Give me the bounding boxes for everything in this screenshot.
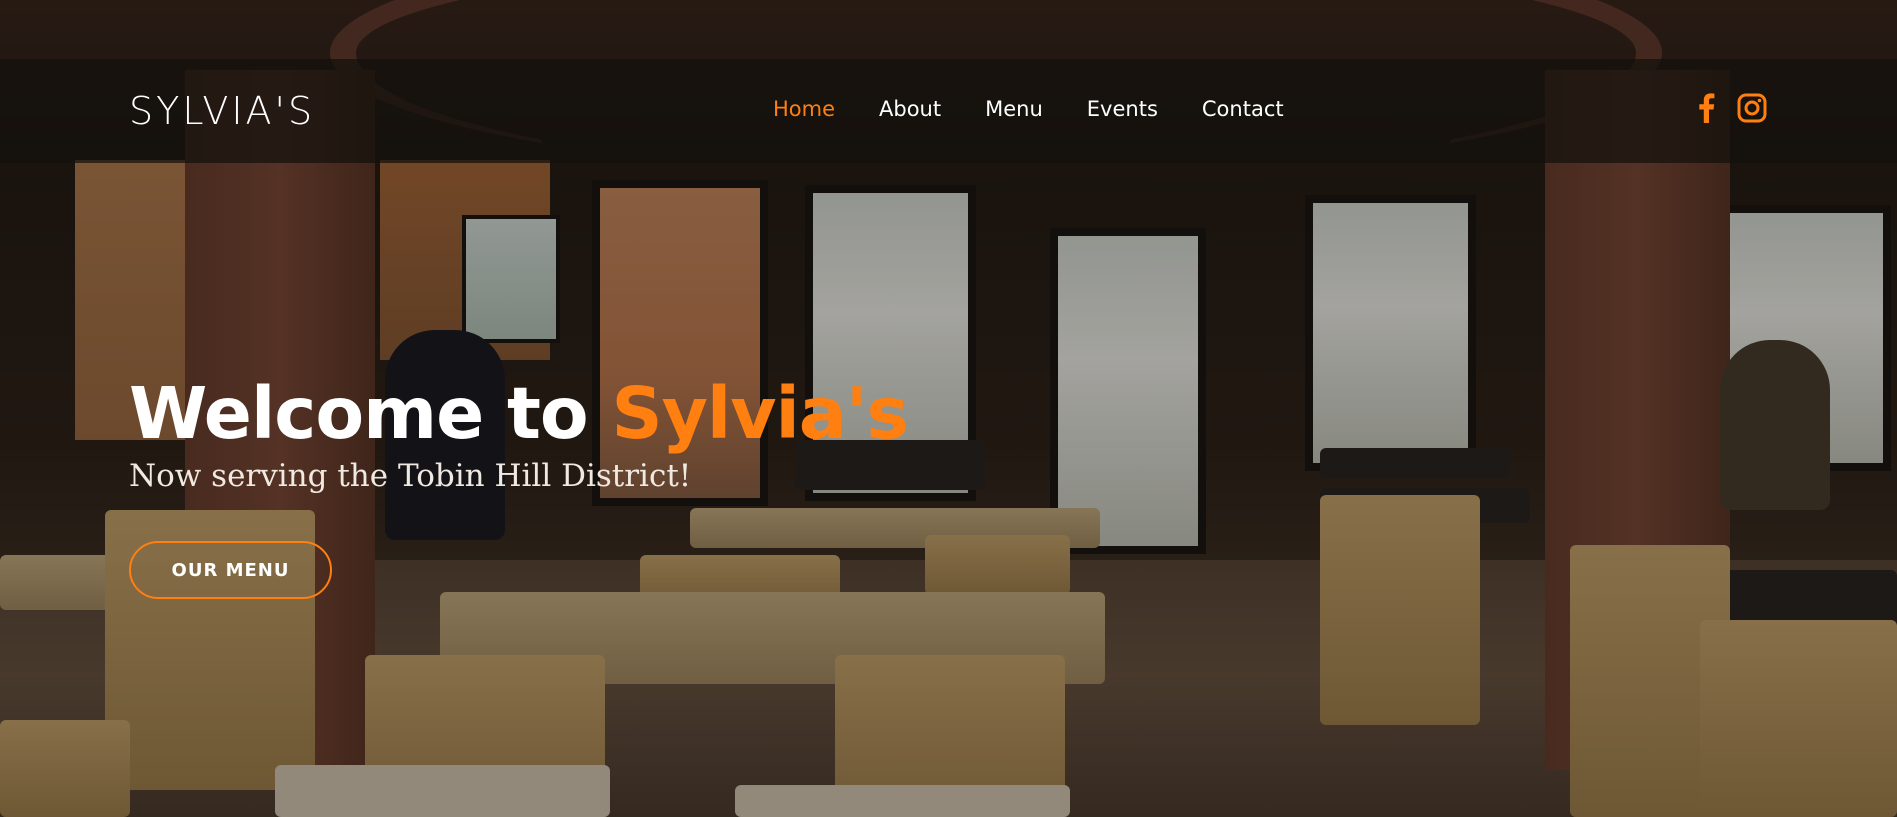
instagram-icon[interactable] [1737,93,1767,123]
site-logo[interactable]: SYLVIA'S [129,89,315,133]
top-navbar: SYLVIA'S Home About Menu Events Contact [0,59,1897,163]
nav-link-contact[interactable]: Contact [1202,97,1284,121]
hero-subtitle: Now serving the Tobin Hill District! [129,458,692,494]
our-menu-button[interactable]: OUR MENU [129,541,332,599]
nav-link-menu[interactable]: Menu [985,97,1043,121]
hero-title-prefix: Welcome to [129,372,612,455]
hero-title: Welcome to Sylvia's [129,372,909,455]
nav-menu: Home About Menu Events Contact [773,97,1284,121]
social-links [1695,93,1767,123]
nav-link-events[interactable]: Events [1087,97,1158,121]
hero-title-accent: Sylvia's [611,372,908,455]
nav-link-home[interactable]: Home [773,97,835,121]
hero-section: SYLVIA'S Home About Menu Events Contact [0,0,1897,817]
nav-link-about[interactable]: About [879,97,941,121]
facebook-icon[interactable] [1695,93,1717,123]
